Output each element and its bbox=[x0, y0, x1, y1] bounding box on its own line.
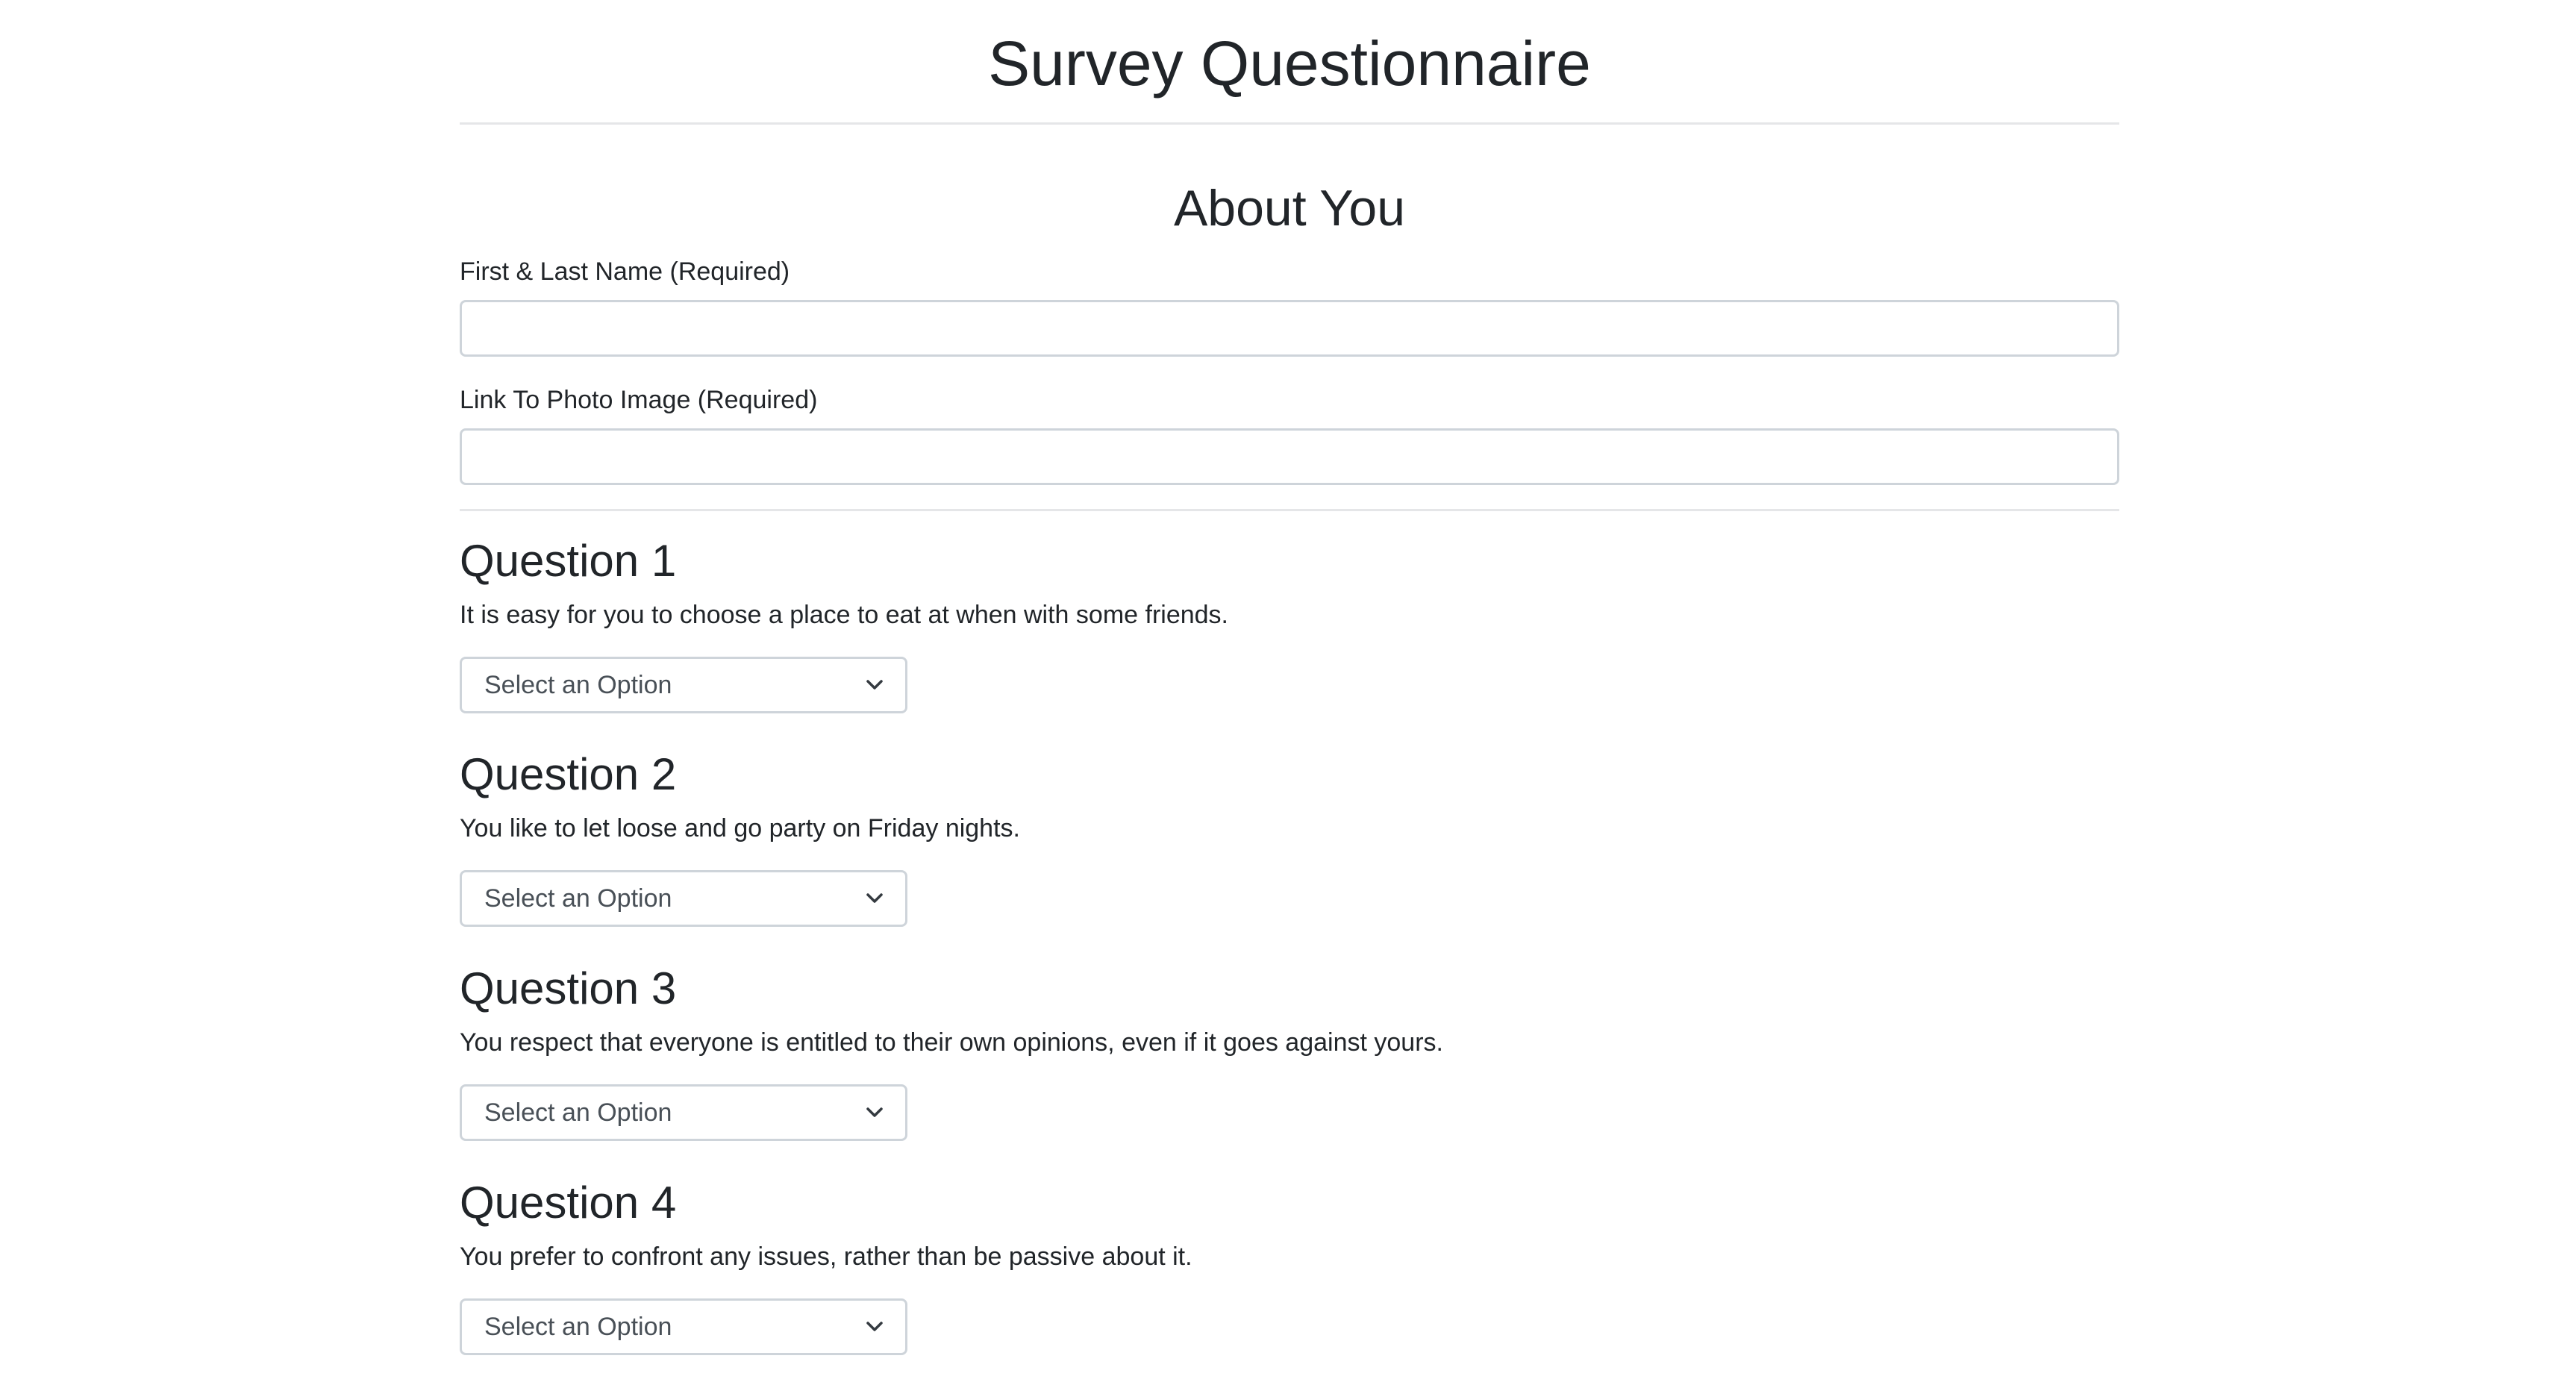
question-3-title: Question 3 bbox=[460, 963, 677, 1013]
question-3-select[interactable]: Select an Option bbox=[460, 1084, 907, 1141]
question-4-select[interactable]: Select an Option bbox=[460, 1298, 907, 1355]
chevron-down-icon bbox=[866, 677, 883, 693]
question-1-selected-value: Select an Option bbox=[484, 670, 672, 699]
question-1-select[interactable]: Select an Option bbox=[460, 657, 907, 713]
name-label: First & Last Name (Required) bbox=[460, 257, 790, 286]
question-4-title: Question 4 bbox=[460, 1178, 677, 1228]
question-3-text: You respect that everyone is entitled to… bbox=[460, 1028, 1443, 1057]
chevron-down-icon bbox=[866, 1104, 883, 1121]
question-2-title: Question 2 bbox=[460, 749, 677, 799]
chevron-down-icon bbox=[866, 1319, 883, 1335]
section-title-about-you: About You bbox=[1173, 180, 1406, 237]
title-divider bbox=[460, 122, 2119, 125]
question-4-selected-value: Select an Option bbox=[484, 1312, 672, 1341]
chevron-down-icon bbox=[866, 890, 883, 907]
question-1-text: It is easy for you to choose a place to … bbox=[460, 601, 1228, 629]
name-input[interactable] bbox=[460, 300, 2119, 357]
question-4-text: You prefer to confront any issues, rathe… bbox=[460, 1242, 1192, 1271]
about-divider bbox=[460, 509, 2119, 511]
question-2-selected-value: Select an Option bbox=[484, 884, 672, 913]
photo-link-label: Link To Photo Image (Required) bbox=[460, 386, 818, 414]
question-3-selected-value: Select an Option bbox=[484, 1098, 672, 1127]
question-2-text: You like to let loose and go party on Fr… bbox=[460, 814, 1020, 843]
question-1-title: Question 1 bbox=[460, 536, 677, 586]
page-title: Survey Questionnaire bbox=[988, 28, 1591, 99]
question-2-select[interactable]: Select an Option bbox=[460, 870, 907, 927]
photo-link-input[interactable] bbox=[460, 428, 2119, 485]
